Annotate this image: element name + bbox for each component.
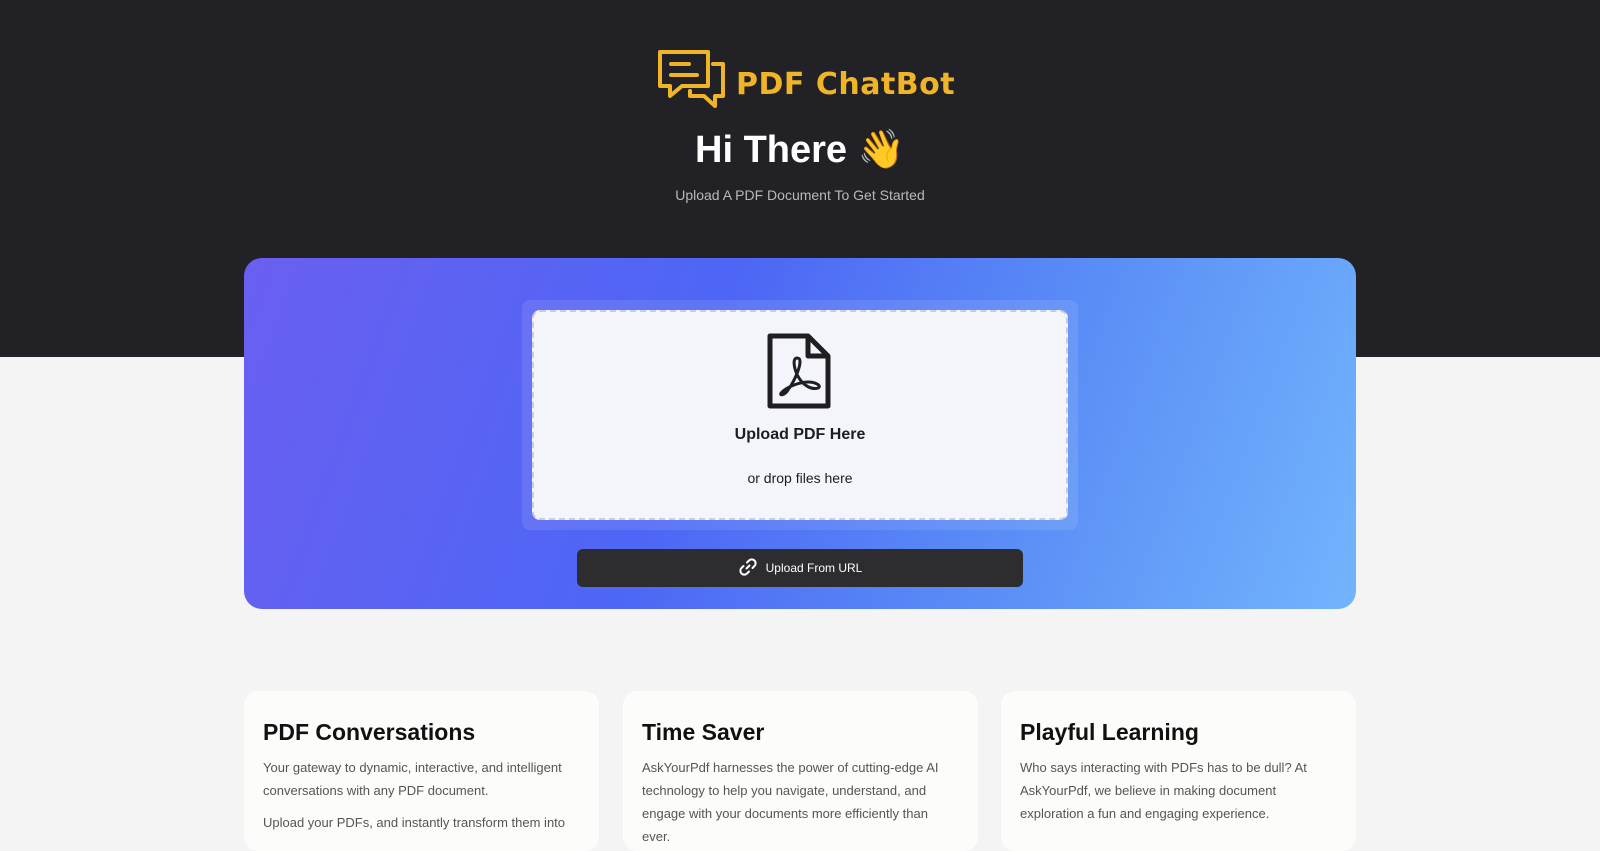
feature-title: PDF Conversations bbox=[263, 719, 476, 745]
dropzone-title: Upload PDF Here bbox=[734, 426, 866, 443]
link-icon bbox=[738, 557, 758, 580]
upload-from-url-label: Upload From URL bbox=[765, 561, 863, 575]
page-subtitle: Upload A PDF Document To Get Started bbox=[675, 187, 925, 203]
dropzone-frame: Upload PDF Here or drop files here bbox=[522, 300, 1078, 530]
feature-card-time-saver: Time Saver AskYourPdf harnesses the powe… bbox=[623, 691, 978, 851]
feature-title: Playful Learning bbox=[1020, 719, 1199, 745]
upload-from-url-button[interactable]: Upload From URL bbox=[577, 549, 1023, 587]
pdf-file-icon bbox=[764, 332, 834, 415]
feature-text: Who says interacting with PDFs has to be… bbox=[1020, 760, 1307, 821]
page-title: Hi There 👋 bbox=[695, 129, 905, 171]
feature-card-playful-learning: Playful Learning Who says interacting wi… bbox=[1001, 691, 1356, 851]
dropzone-subtitle: or drop files here bbox=[747, 470, 853, 486]
feature-text: Upload your PDFs, and instantly transfor… bbox=[263, 815, 566, 830]
brand-logo[interactable]: PDF ChatBot bbox=[656, 46, 955, 112]
chat-bubbles-icon bbox=[656, 48, 726, 110]
feature-title: Time Saver bbox=[642, 719, 765, 745]
pdf-dropzone[interactable]: Upload PDF Here or drop files here bbox=[532, 310, 1068, 520]
feature-text: AskYourPdf harnesses the power of cuttin… bbox=[642, 760, 939, 844]
upload-panel: Upload PDF Here or drop files here Uploa… bbox=[244, 258, 1356, 609]
feature-text: Your gateway to dynamic, interactive, an… bbox=[263, 760, 562, 798]
feature-card-pdf-conversations: PDF Conversations Your gateway to dynami… bbox=[244, 691, 599, 851]
brand-name: PDF ChatBot bbox=[736, 66, 956, 102]
